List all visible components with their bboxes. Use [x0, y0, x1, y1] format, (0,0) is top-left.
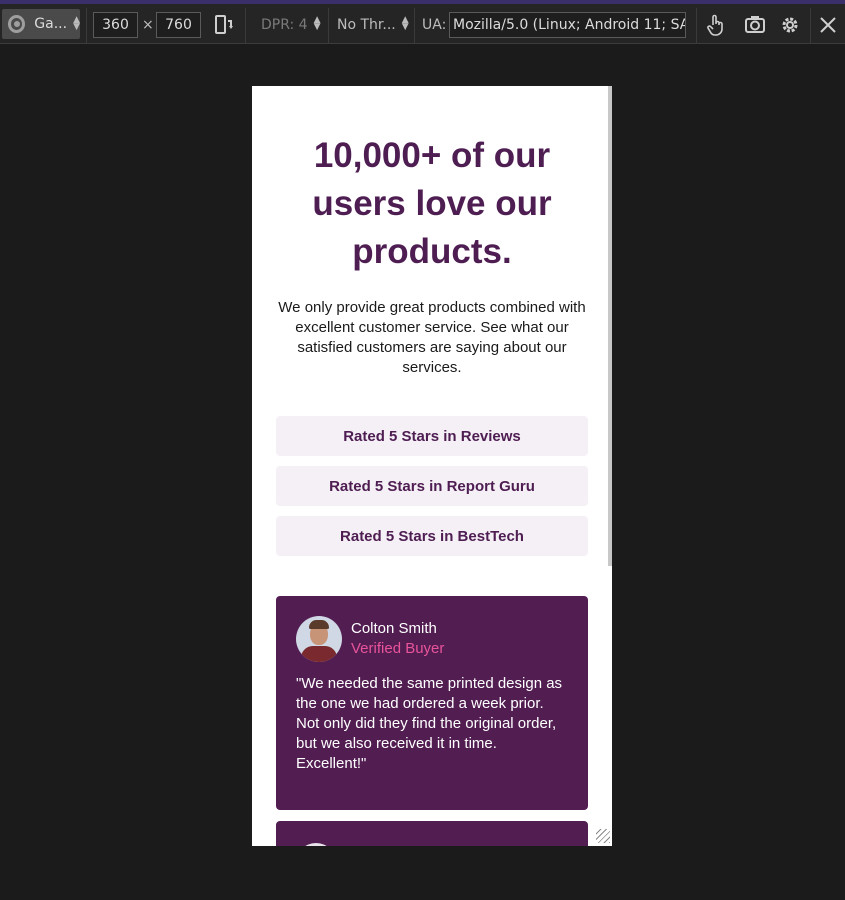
testimonial-quote: "We needed the same printed design as th…: [296, 675, 563, 772]
page-lead: We only provide great products combined …: [278, 299, 586, 376]
camera-icon[interactable]: [744, 14, 766, 41]
touch-icon[interactable]: [706, 14, 726, 41]
verified-badge: Verified Buyer: [351, 640, 445, 657]
page-headline: 10,000+ of our users love our products.: [312, 136, 552, 271]
scrollbar[interactable]: [608, 86, 612, 566]
dpr-label: DPR: 4: [261, 17, 308, 33]
avatar: [296, 843, 336, 846]
author-name: Colton Smith: [351, 620, 437, 637]
divider: [86, 8, 87, 44]
ratings-list: Rated 5 Stars in Reviews Rated 5 Stars i…: [276, 416, 588, 556]
updown-icon: ▲ ▼: [73, 15, 80, 32]
device-toolbar: Ga... ▲ ▼ 360 × 760 DPR: 4 ▲ ▼ No Thr... ▲ ▼ …: [0, 0, 845, 44]
ua-label: UA:: [422, 17, 447, 33]
updown-icon: ▲ ▼: [401, 15, 409, 32]
gear-icon[interactable]: [779, 14, 801, 41]
width-input[interactable]: 360: [93, 12, 138, 38]
divider: [696, 8, 697, 44]
user-agent-input[interactable]: Mozilla/5.0 (Linux; Android 11; SAM: [449, 12, 686, 38]
rotate-icon[interactable]: [214, 14, 234, 41]
rating-reviews: Rated 5 Stars in Reviews: [276, 416, 588, 456]
testimonial-header: Colton Smith Verified Buyer: [296, 616, 568, 662]
divider: [328, 8, 329, 44]
dpr-select[interactable]: DPR: 4 ▲ ▼: [261, 15, 321, 34]
rating-report-guru: Rated 5 Stars in Report Guru: [276, 466, 588, 506]
rating-besttech: Rated 5 Stars in BestTech: [276, 516, 588, 556]
page-content: 10,000+ of our users love our products. …: [252, 86, 612, 846]
divider: [245, 8, 246, 44]
testimonial-author: Colton Smith Verified Buyer: [351, 619, 444, 659]
avatar: [296, 616, 342, 662]
updown-icon: ▲ ▼: [313, 15, 321, 32]
height-input[interactable]: 760: [156, 12, 201, 38]
device-label: Ga...: [34, 16, 68, 32]
device-select[interactable]: Ga... ▲ ▼: [2, 9, 80, 39]
device-viewport[interactable]: 10,000+ of our users love our products. …: [252, 86, 612, 846]
throttle-label: No Thr...: [337, 17, 396, 33]
divider: [810, 8, 811, 44]
resize-handle[interactable]: [596, 829, 610, 843]
testimonial-card: [276, 821, 588, 846]
chrome-icon: [8, 15, 26, 33]
times-sign: ×: [142, 17, 154, 33]
throttle-select[interactable]: No Thr... ▲ ▼: [337, 15, 409, 34]
divider: [414, 8, 415, 44]
close-icon[interactable]: [818, 14, 838, 41]
testimonial-card: Colton Smith Verified Buyer "We needed t…: [276, 596, 588, 810]
